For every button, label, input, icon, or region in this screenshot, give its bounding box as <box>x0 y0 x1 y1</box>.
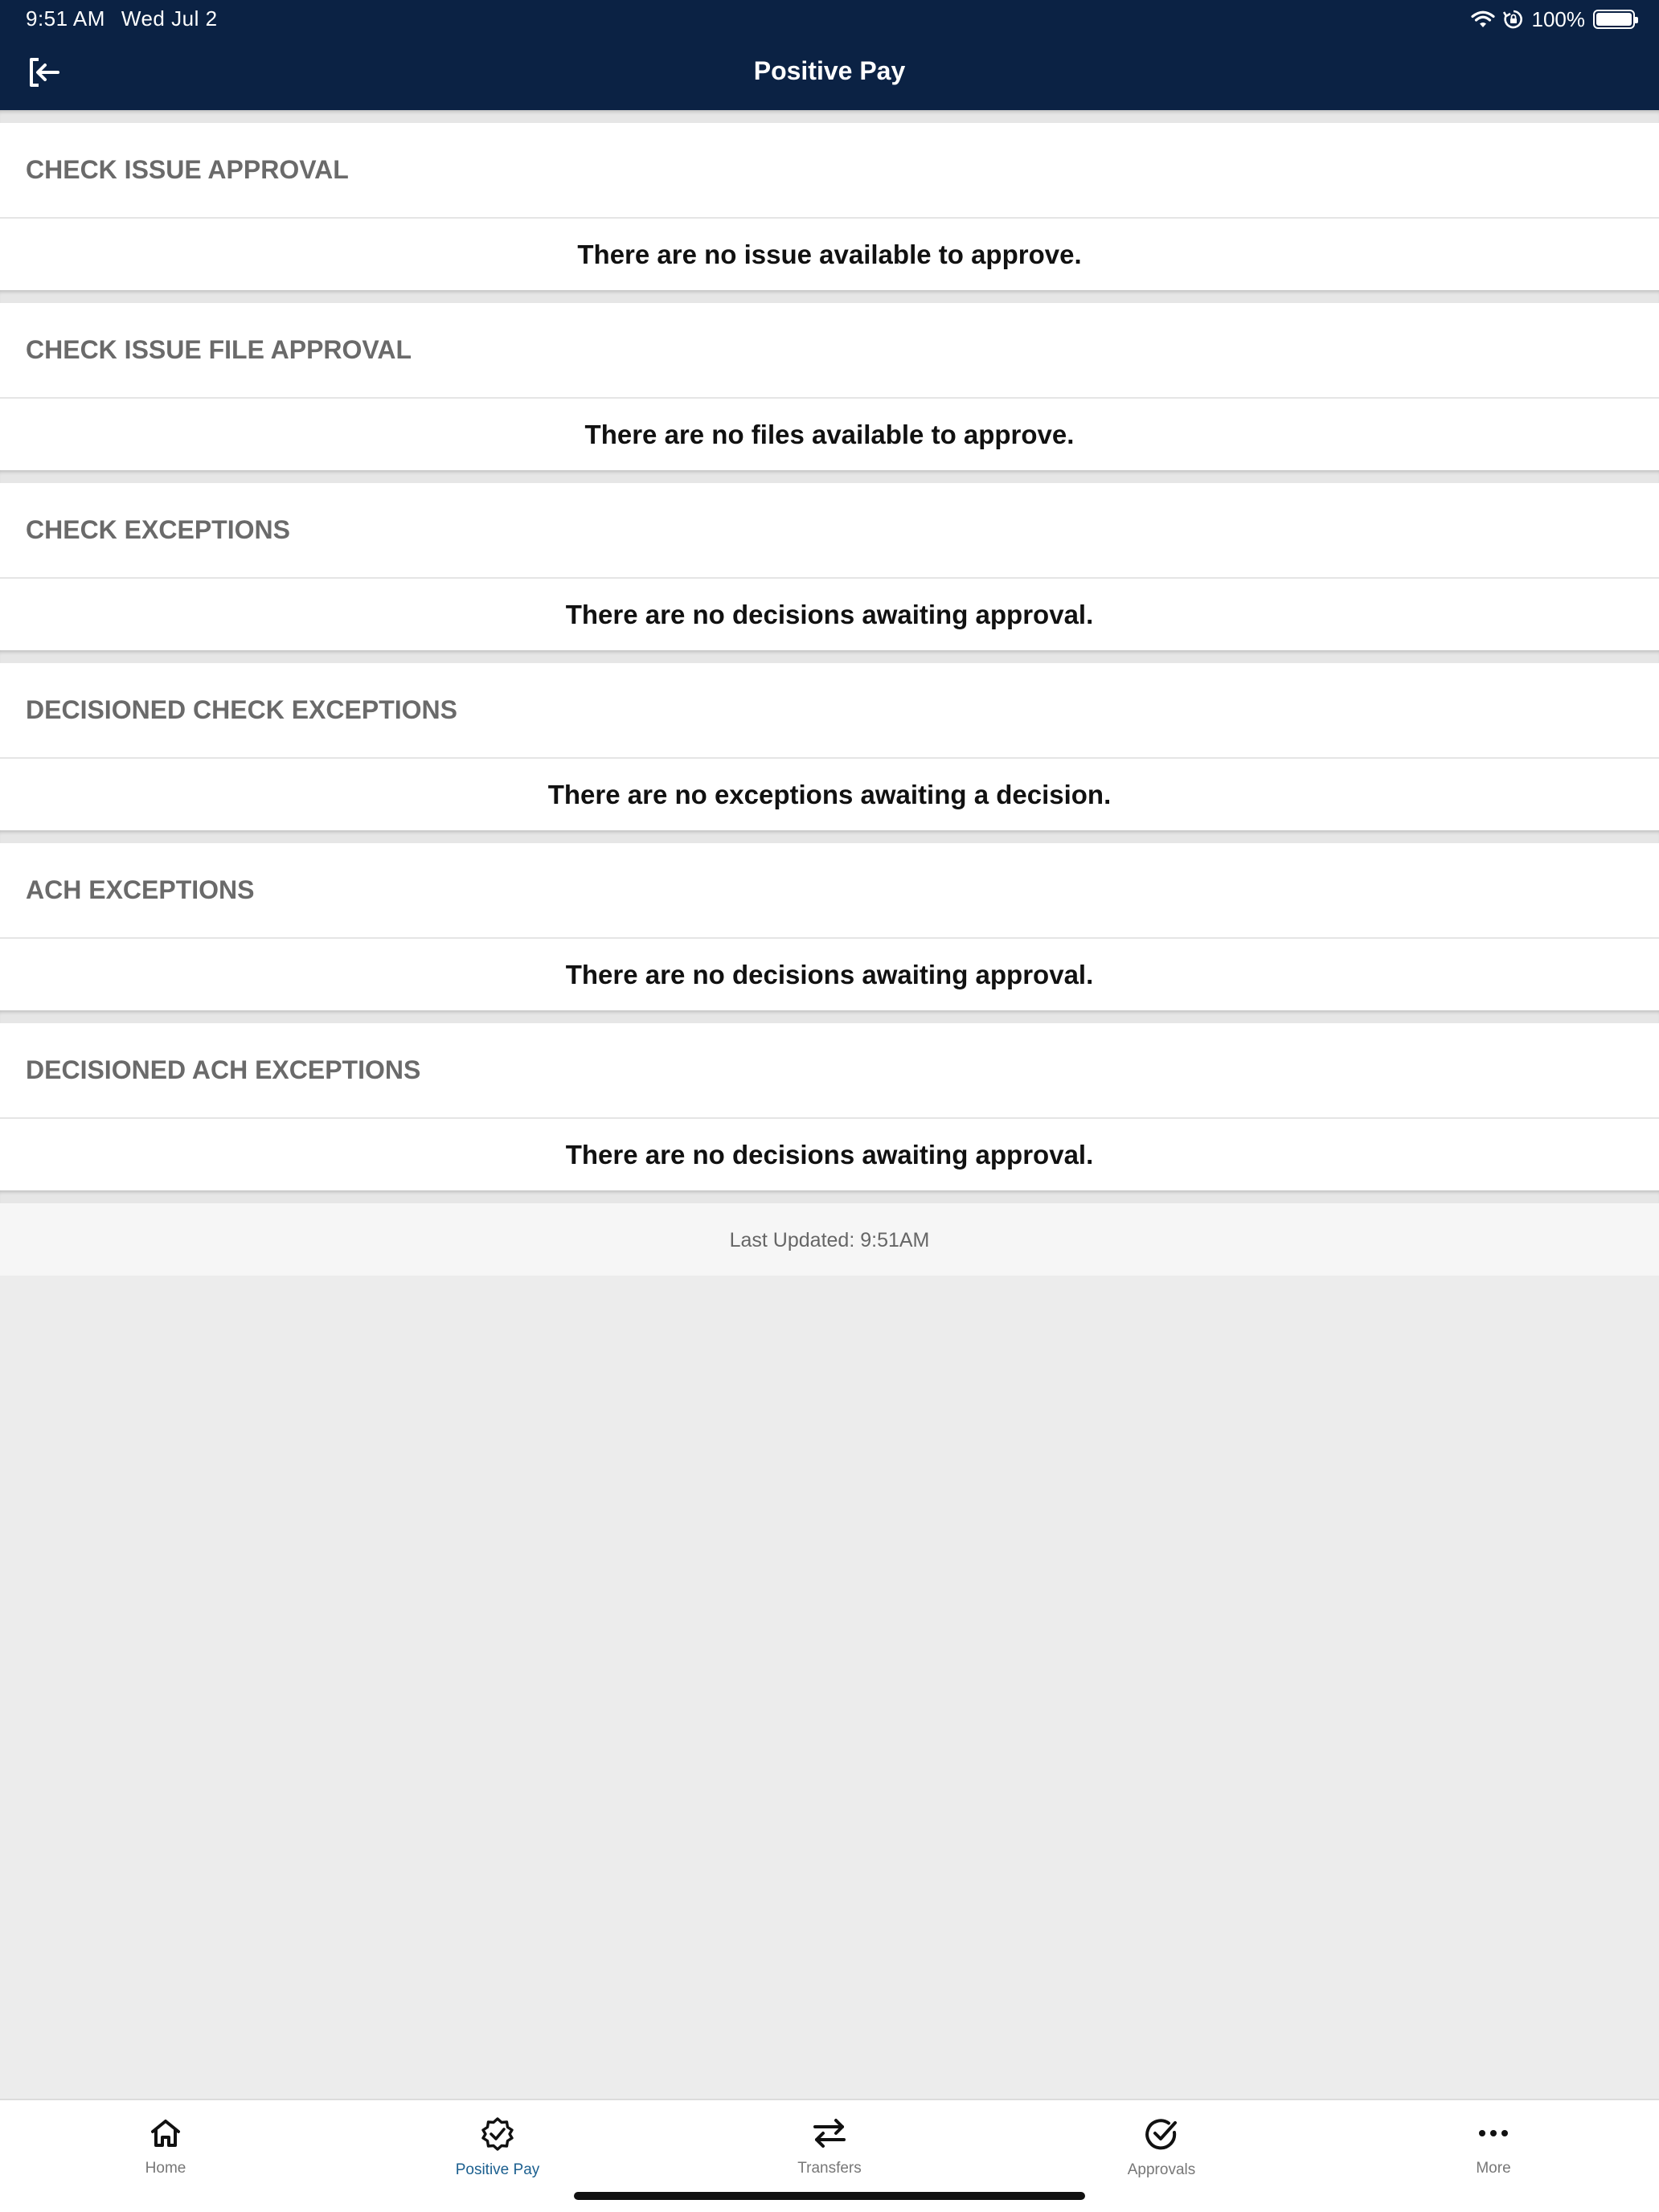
tab-more[interactable]: More <box>1405 2116 1582 2177</box>
tab-home[interactable]: Home <box>77 2116 254 2177</box>
section-check-exceptions: CHECK EXCEPTIONS There are no decisions … <box>0 483 1659 650</box>
status-time: 9:51 AM <box>26 6 105 31</box>
page-title: Positive Pay <box>753 56 906 85</box>
section-divider <box>0 1190 1659 1203</box>
tab-label: Positive Pay <box>455 2161 540 2178</box>
section-divider <box>0 650 1659 663</box>
header: 9:51 AM Wed Jul 2 100% Positive Pay <box>0 0 1659 110</box>
section-divider <box>0 1010 1659 1023</box>
positive-pay-sections: CHECK ISSUE APPROVAL There are no issue … <box>0 110 1659 1276</box>
home-indicator[interactable] <box>574 2192 1085 2200</box>
section-divider <box>0 110 1659 123</box>
battery-percent: 100% <box>1531 6 1586 31</box>
battery-icon <box>1593 10 1638 29</box>
status-bar-left: 9:51 AM Wed Jul 2 <box>26 6 218 31</box>
tab-approvals[interactable]: Approvals <box>1073 2116 1250 2179</box>
section-check-issue-file-approval: CHECK ISSUE FILE APPROVAL There are no f… <box>0 303 1659 470</box>
wifi-icon <box>1470 10 1495 27</box>
empty-state-message: There are no decisions awaiting approval… <box>0 1119 1659 1190</box>
section-check-issue-approval: CHECK ISSUE APPROVAL There are no issue … <box>0 123 1659 290</box>
status-bar-right: 100% <box>1470 5 1638 34</box>
section-divider <box>0 830 1659 843</box>
section-divider <box>0 290 1659 303</box>
check-circle-icon <box>1145 2119 1177 2150</box>
last-updated-text: Last Updated: 9:51AM <box>0 1203 1659 1276</box>
empty-state-message: There are no exceptions awaiting a decis… <box>0 759 1659 830</box>
tab-positive-pay[interactable]: Positive Pay <box>409 2116 586 2179</box>
section-title[interactable]: DECISIONED CHECK EXCEPTIONS <box>0 663 1659 759</box>
section-decisioned-check-exceptions: DECISIONED CHECK EXCEPTIONS There are no… <box>0 663 1659 830</box>
section-ach-exceptions: ACH EXCEPTIONS There are no decisions aw… <box>0 843 1659 1010</box>
status-date: Wed Jul 2 <box>121 6 218 31</box>
tab-label: Home <box>145 2160 186 2177</box>
section-decisioned-ach-exceptions: DECISIONED ACH EXCEPTIONS There are no d… <box>0 1023 1659 1190</box>
more-dots-icon <box>1479 2130 1508 2136</box>
tab-label: More <box>1476 2160 1511 2177</box>
section-title[interactable]: CHECK ISSUE APPROVAL <box>0 123 1659 219</box>
app-screen: 9:51 AM Wed Jul 2 100% Positive Pay CHEC… <box>0 0 1659 2212</box>
badge-check-icon <box>481 2117 514 2151</box>
home-icon <box>151 2120 180 2147</box>
orientation-lock-icon <box>1502 10 1522 29</box>
empty-state-message: There are no files available to approve. <box>0 399 1659 470</box>
transfer-arrows-icon <box>813 2119 846 2148</box>
section-title[interactable]: CHECK EXCEPTIONS <box>0 483 1659 579</box>
empty-state-message: There are no issue available to approve. <box>0 219 1659 290</box>
empty-state-message: There are no decisions awaiting approval… <box>0 579 1659 650</box>
tab-label: Transfers <box>797 2160 862 2177</box>
section-title[interactable]: ACH EXCEPTIONS <box>0 843 1659 939</box>
section-title[interactable]: CHECK ISSUE FILE APPROVAL <box>0 303 1659 399</box>
section-title[interactable]: DECISIONED ACH EXCEPTIONS <box>0 1023 1659 1119</box>
empty-state-message: There are no decisions awaiting approval… <box>0 939 1659 1010</box>
section-divider <box>0 470 1659 483</box>
tab-transfers[interactable]: Transfers <box>741 2116 918 2177</box>
tab-label: Approvals <box>1127 2161 1196 2178</box>
